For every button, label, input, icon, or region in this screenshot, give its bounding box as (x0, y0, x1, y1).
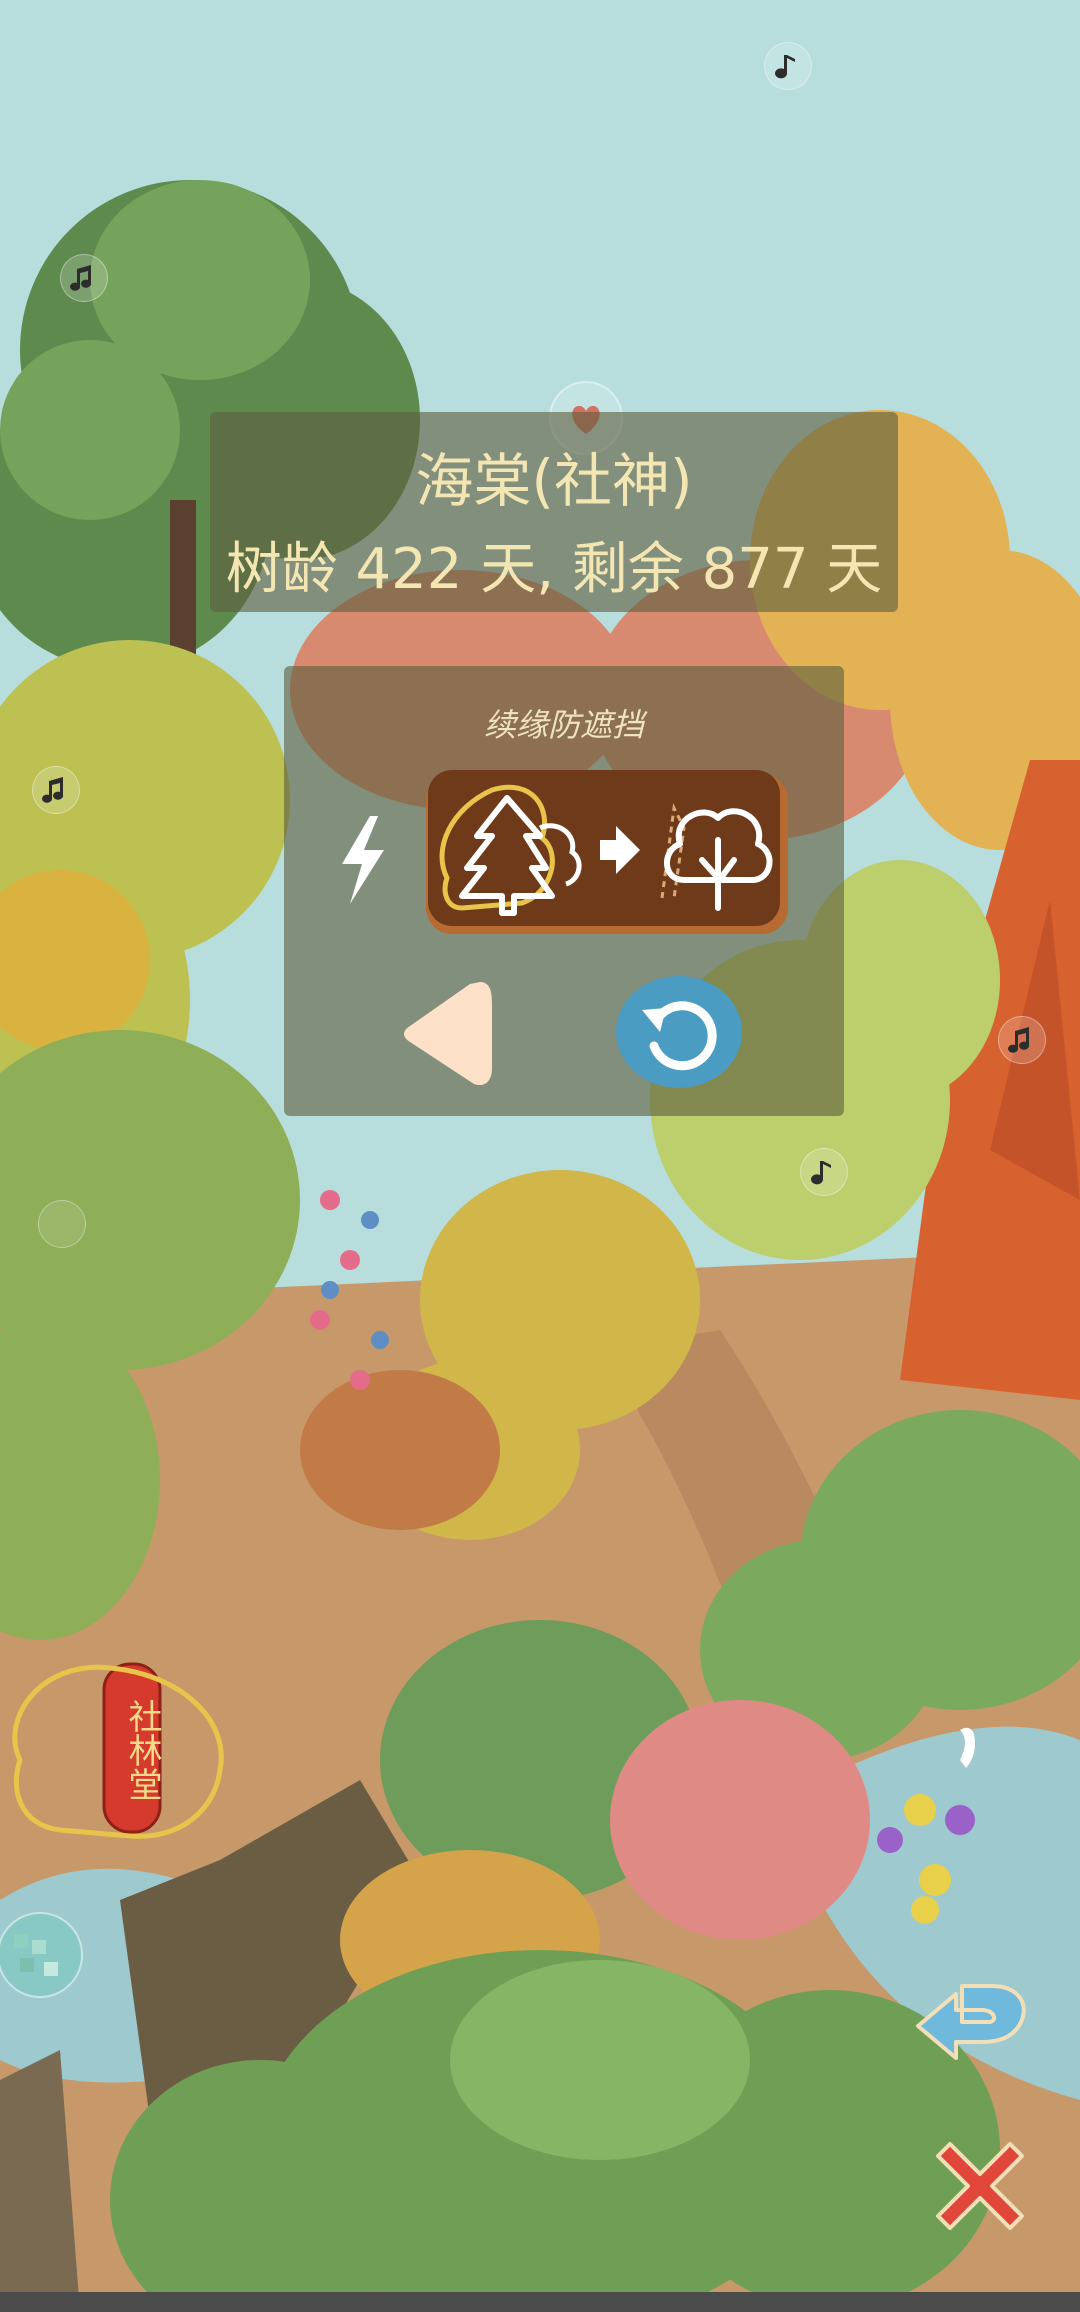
return-arrow-button[interactable] (912, 1962, 1034, 2062)
music-note-icon[interactable] (764, 42, 812, 90)
music-note-icon[interactable] (32, 766, 80, 814)
tree-age-text: 树龄 422 天, 剩余 877 天 (225, 537, 883, 602)
music-note-icon[interactable] (800, 1148, 848, 1196)
return-arrow-icon (916, 1984, 1026, 2060)
tree-name: 海棠(社神) (415, 447, 693, 515)
occlusion-control-panel: 续缘防遮挡 (284, 666, 844, 1116)
music-note-icon[interactable] (998, 1016, 1046, 1064)
back-arrow-icon[interactable] (396, 976, 496, 1092)
close-button[interactable] (930, 2134, 1030, 2234)
undo-button[interactable] (614, 972, 744, 1092)
music-note-icon[interactable] (60, 254, 108, 302)
music-note-icon[interactable] (38, 1200, 86, 1248)
tree-selection-outline (12, 1664, 224, 1839)
panel-title: 续缘防遮挡 (483, 706, 644, 744)
lightning-icon[interactable] (332, 812, 392, 908)
tree-info-panel: 海棠(社神) 树龄 422 天, 剩余 877 天 (210, 412, 898, 612)
tree-swap-button[interactable] (422, 768, 792, 938)
mosaic-bubble[interactable] (0, 1910, 90, 2000)
close-icon (936, 2142, 1024, 2230)
